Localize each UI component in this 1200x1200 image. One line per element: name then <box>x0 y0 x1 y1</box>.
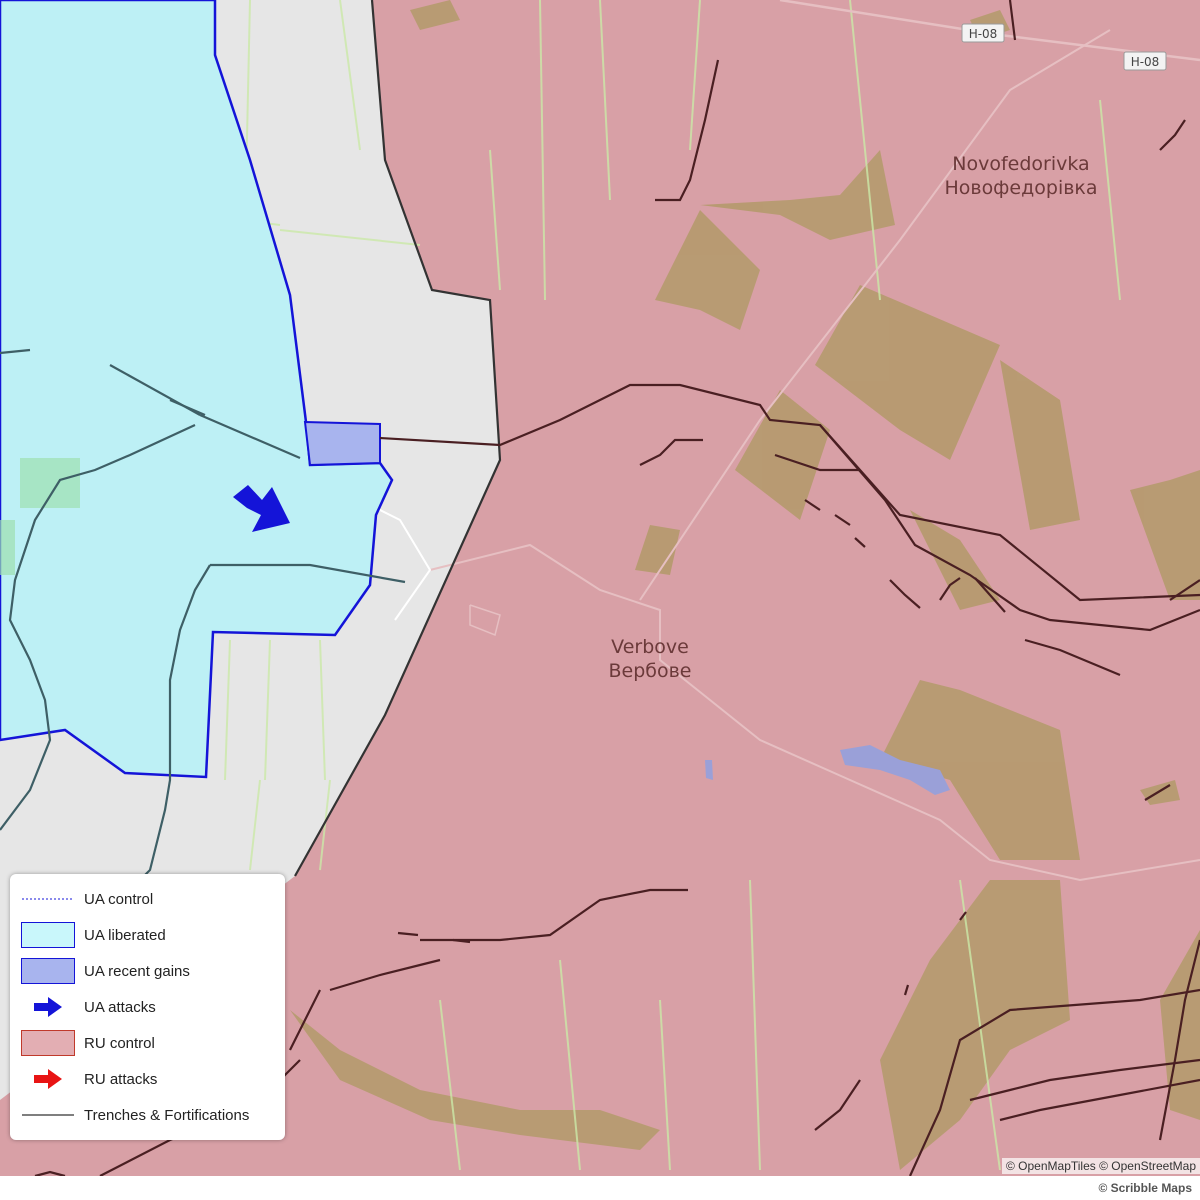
footer-brand[interactable]: © Scribble Maps <box>1098 1181 1192 1195</box>
dashed-line-icon <box>20 885 76 913</box>
footer-bar: © Scribble Maps <box>0 1176 1200 1200</box>
legend-label: UA liberated <box>84 926 166 944</box>
legend-label: Trenches & Fortifications <box>84 1106 250 1124</box>
legend-item-ru-control: RU control <box>20 1028 280 1058</box>
blue-area-swatch <box>20 957 76 985</box>
legend-item-ua-attacks: UA attacks <box>20 992 280 1022</box>
legend-item-ua-control: UA control <box>20 884 280 914</box>
legend-item-trenches: Trenches & Fortifications <box>20 1100 280 1130</box>
red-area-swatch <box>20 1029 76 1057</box>
red-arrow-icon <box>20 1065 76 1093</box>
ua-recent-gains-area <box>303 420 381 467</box>
legend-item-ua-liberated: UA liberated <box>20 920 280 950</box>
legend-label: RU control <box>84 1034 155 1052</box>
legend-item-ua-recent-gains: UA recent gains <box>20 956 280 986</box>
map-attribution[interactable]: © OpenMapTiles © OpenStreetMap <box>1002 1158 1200 1174</box>
map-legend: UA control UA liberated UA recent gains … <box>10 874 285 1140</box>
place-label-verbove-cyrillic: Вербове <box>608 660 691 682</box>
place-label-verbove-latin: Verbove <box>611 636 689 658</box>
legend-label: RU attacks <box>84 1070 158 1088</box>
legend-label: UA control <box>84 890 154 908</box>
legend-item-ru-attacks: RU attacks <box>20 1064 280 1094</box>
solid-line-icon <box>20 1101 76 1129</box>
legend-label: UA recent gains <box>84 962 190 980</box>
cyan-area-swatch <box>20 921 76 949</box>
road-shield-h08-1: H-08 <box>961 23 1005 43</box>
place-label-novofedorivka-cyrillic: Новофедорівка <box>944 177 1097 199</box>
svg-text:H-08: H-08 <box>969 27 998 41</box>
legend-label: UA attacks <box>84 998 156 1016</box>
place-label-novofedorivka-latin: Novofedorivka <box>952 153 1089 175</box>
svg-text:H-08: H-08 <box>1131 55 1160 69</box>
road-shield-h08-2: H-08 <box>1123 51 1167 71</box>
blue-arrow-icon <box>20 993 76 1021</box>
